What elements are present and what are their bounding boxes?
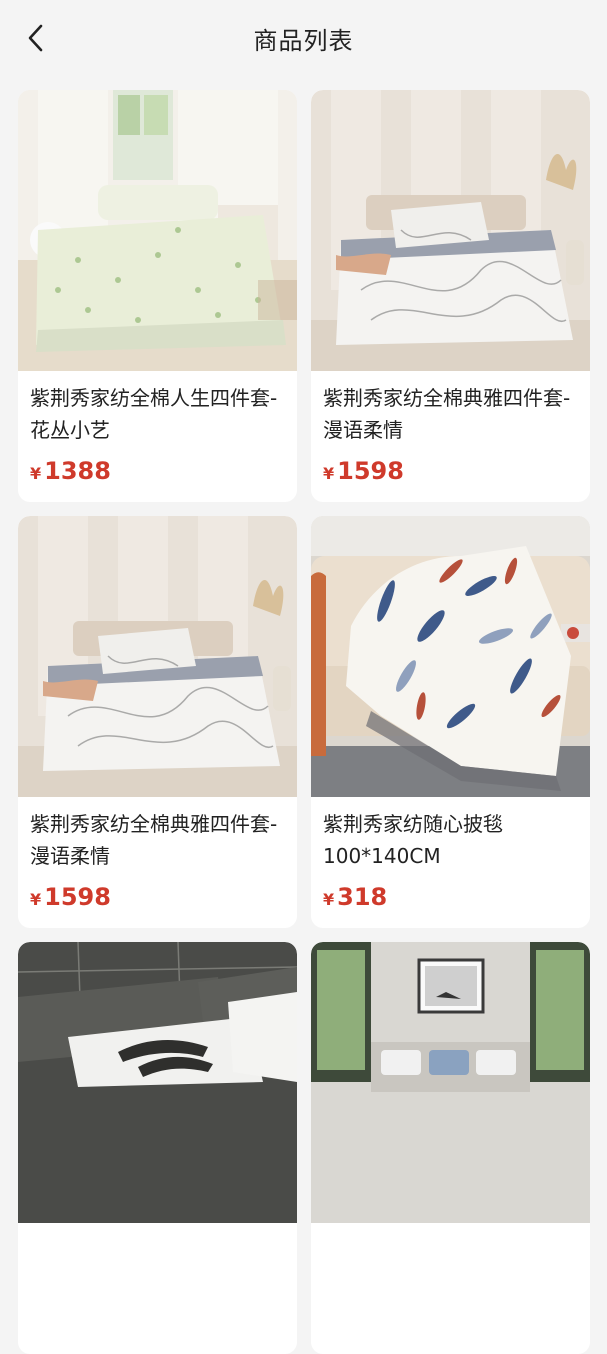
product-name[interactable]: 紫荆秀家纺全棉典雅四件套-漫语柔情 (323, 382, 580, 446)
product-name[interactable]: 紫荆秀家纺全棉典雅四件套-漫语柔情 (30, 808, 287, 872)
product-image[interactable] (311, 516, 590, 797)
page-title: 商品列表 (253, 27, 354, 55)
product-card[interactable]: 紫荆秀家纺全棉典雅四件套-漫语柔情 ¥ 1598 (18, 516, 297, 928)
currency-symbol: ¥ (30, 464, 42, 483)
product-image[interactable] (18, 942, 297, 1223)
product-price: ¥ 1598 (30, 883, 111, 911)
product-price: ¥ 1598 (323, 457, 404, 485)
product-image[interactable] (18, 516, 297, 797)
price-value: 1598 (44, 883, 111, 911)
top-bar: 商品列表 (0, 0, 607, 78)
product-card[interactable]: 紫荆秀家纺全棉人生四件套-花丛小艺 ¥ 1388 (18, 90, 297, 502)
currency-symbol: ¥ (323, 890, 335, 909)
product-image[interactable] (18, 90, 297, 371)
product-card[interactable] (311, 942, 590, 1354)
product-card[interactable]: 紫荆秀家纺随心披毯100*140CM ¥ 318 (311, 516, 590, 928)
product-price: ¥ 318 (323, 883, 387, 911)
price-value: 318 (337, 883, 388, 911)
price-value: 1388 (44, 457, 111, 485)
product-grid: 紫荆秀家纺全棉人生四件套-花丛小艺 ¥ 1388 紫荆秀家纺全棉典雅四件套-漫语… (18, 90, 590, 1354)
product-price: ¥ 1388 (30, 457, 111, 485)
product-name[interactable]: 紫荆秀家纺全棉人生四件套-花丛小艺 (30, 382, 287, 446)
currency-symbol: ¥ (30, 890, 42, 909)
product-image[interactable] (311, 942, 590, 1223)
product-image[interactable] (311, 90, 590, 371)
price-value: 1598 (337, 457, 404, 485)
currency-symbol: ¥ (323, 464, 335, 483)
product-card[interactable]: 紫荆秀家纺全棉典雅四件套-漫语柔情 ¥ 1598 (311, 90, 590, 502)
product-card[interactable] (18, 942, 297, 1354)
product-name[interactable]: 紫荆秀家纺随心披毯100*140CM (323, 808, 580, 872)
